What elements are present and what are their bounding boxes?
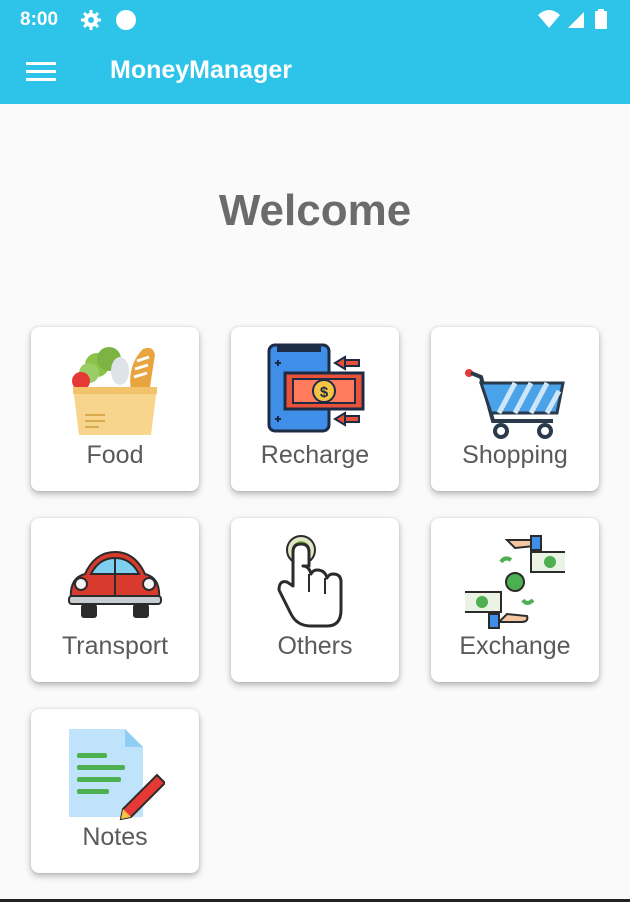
menu-icon bbox=[26, 62, 56, 81]
food-bag-icon bbox=[72, 347, 157, 435]
app-title: MoneyManager bbox=[110, 56, 292, 84]
menu-button[interactable] bbox=[26, 59, 58, 85]
tile-recharge[interactable]: $ Recharge bbox=[231, 327, 399, 491]
status-right-icons bbox=[537, 8, 608, 30]
signal-icon bbox=[567, 12, 584, 28]
status-bar: 8:00 bbox=[0, 0, 630, 40]
tile-label: Exchange bbox=[459, 632, 571, 660]
battery-icon bbox=[595, 9, 607, 29]
circle-icon bbox=[116, 10, 137, 30]
gear-icon bbox=[81, 10, 101, 30]
status-left-icons bbox=[80, 9, 138, 31]
tile-label: Notes bbox=[82, 823, 148, 851]
exchange-icon bbox=[465, 535, 565, 629]
tile-food[interactable]: Food bbox=[31, 327, 199, 491]
svg-text:$: $ bbox=[320, 384, 329, 401]
app-bar: MoneyManager bbox=[0, 40, 630, 104]
tile-label: Others bbox=[277, 632, 353, 660]
tile-others[interactable]: Others bbox=[231, 518, 399, 682]
wifi-icon bbox=[538, 10, 561, 28]
tile-label: Shopping bbox=[462, 441, 568, 469]
car-icon bbox=[68, 550, 162, 618]
notes-icon bbox=[69, 729, 165, 821]
tile-notes[interactable]: Notes bbox=[31, 709, 199, 873]
pointer-hand-icon bbox=[277, 535, 343, 628]
status-time: 8:00 bbox=[20, 9, 59, 30]
shopping-cart-icon bbox=[465, 369, 565, 439]
recharge-icon: $ bbox=[267, 343, 365, 433]
tile-exchange[interactable]: Exchange bbox=[431, 518, 599, 682]
tile-label: Food bbox=[86, 441, 144, 469]
tile-transport[interactable]: Transport bbox=[31, 518, 199, 682]
welcome-heading: Welcome bbox=[218, 186, 412, 235]
tile-label: Transport bbox=[61, 632, 169, 660]
tile-shopping[interactable]: Shopping bbox=[431, 327, 599, 491]
tile-label: Recharge bbox=[260, 441, 370, 469]
